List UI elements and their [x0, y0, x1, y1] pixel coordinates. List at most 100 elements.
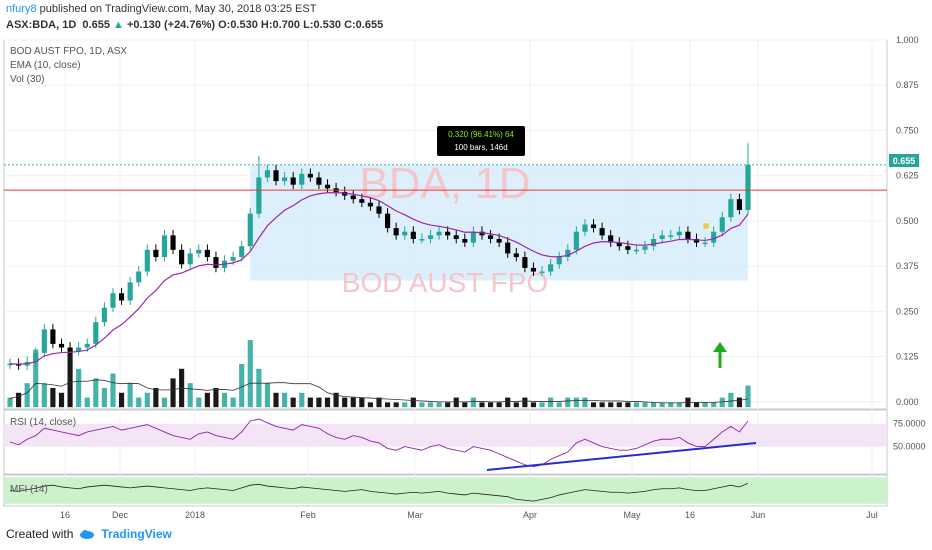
volume-bar	[470, 397, 476, 408]
candle-body	[505, 242, 511, 254]
candle-body	[393, 228, 399, 236]
publish-line: nfury8 published on TradingView.com, May…	[6, 3, 316, 15]
volume-bar	[711, 402, 717, 408]
candle-body	[144, 249, 150, 272]
volume-bar	[651, 402, 657, 408]
created-with-label: Created with	[6, 527, 74, 541]
volume-bar	[573, 397, 579, 408]
symbol-line: ASX:BDA, 1D 0.655 ▲ +0.130 (+24.76%) O:0…	[6, 19, 383, 31]
volume-bar	[633, 402, 640, 408]
candle-body	[642, 246, 648, 250]
volume-bar	[196, 397, 202, 408]
candle-body	[548, 264, 554, 272]
volume-bar	[118, 392, 125, 408]
price-chart[interactable]: BDA, 1D BOD AUST FPO 0.320 (96.41%) 64 1…	[0, 36, 932, 526]
candle-body	[282, 177, 288, 182]
candle-body	[513, 253, 519, 258]
up-arrow-icon	[713, 342, 727, 368]
volume-bar	[445, 402, 451, 408]
tradingview-link[interactable]: TradingView	[101, 527, 171, 541]
time-tick-label: Feb	[300, 510, 316, 520]
volume-bar	[496, 402, 502, 408]
candle-body	[539, 271, 545, 274]
time-axis[interactable]: 16 Dec 2018 Feb Mar Apr May 16 Jun Jul	[60, 510, 878, 520]
volume-bar	[539, 402, 545, 408]
candle-body	[179, 249, 185, 265]
candle-body	[556, 257, 562, 265]
candle-body	[127, 282, 133, 301]
candle-body	[273, 170, 279, 182]
candle-body	[487, 235, 494, 239]
price-tick-label: 0.375	[896, 261, 919, 271]
author-link[interactable]: nfury8	[6, 3, 37, 15]
candle-body	[573, 231, 579, 250]
volume-bar	[505, 397, 511, 408]
time-tick-label: Mar	[407, 510, 423, 520]
candle-body	[376, 206, 382, 214]
volume-bar	[556, 402, 562, 408]
candle-body	[728, 199, 734, 218]
volume-bar	[513, 402, 519, 408]
volume-bar	[161, 397, 168, 408]
volume-bar	[239, 363, 245, 408]
volume-bar	[170, 378, 176, 408]
legend-rsi: RSI (14, close)	[10, 417, 76, 428]
volume-bar	[230, 397, 236, 408]
volume-bar	[625, 402, 631, 408]
volume-bar	[419, 402, 425, 408]
last-price: 0.655	[82, 19, 110, 31]
candle-body	[213, 257, 219, 268]
measure-tooltip-line2: 100 bars, 146d	[454, 143, 507, 152]
time-tick-label: Apr	[523, 510, 537, 520]
chart-header: nfury8 published on TradingView.com, May…	[0, 0, 932, 36]
candle-body	[470, 231, 476, 243]
candle-body	[530, 267, 537, 272]
volume-bar	[127, 383, 133, 408]
candle-body	[668, 235, 674, 237]
candle-body	[453, 235, 459, 239]
candle-body	[239, 246, 245, 258]
volume-bar	[702, 402, 708, 408]
volume-bar	[728, 392, 734, 408]
rsi-axis: 75.0000 50.0000	[893, 419, 926, 452]
price-tick-label: 0.750	[896, 125, 919, 135]
candle-body	[702, 242, 708, 245]
candle-body	[153, 249, 159, 258]
price-tick-label: 0.500	[896, 216, 919, 226]
volume-bar	[324, 397, 331, 408]
candle-body	[110, 293, 116, 308]
volume-bar	[565, 397, 571, 408]
last-price-tag-label: 0.655	[893, 156, 916, 166]
candle-body	[427, 235, 434, 239]
volume-bar	[204, 392, 210, 408]
legend-title: BOD AUST FPO, 1D, ASX	[10, 46, 127, 57]
volume-bar	[101, 387, 107, 408]
candle-body	[204, 249, 210, 258]
volume-bar	[282, 392, 288, 408]
volume-bar	[290, 397, 296, 408]
candle-body	[41, 329, 47, 353]
volume-bar	[479, 402, 485, 408]
volume-bar	[342, 397, 348, 408]
volume-bar	[213, 387, 219, 408]
rsi-trendline[interactable]	[486, 442, 757, 471]
time-tick-label: Jun	[751, 510, 766, 520]
volume-bar	[84, 397, 90, 408]
volume-bar	[316, 397, 322, 408]
volume-bar	[359, 397, 365, 408]
candle-body	[736, 199, 742, 211]
candle-body	[299, 173, 305, 185]
volume-bar	[247, 339, 253, 408]
volume-bar	[67, 349, 73, 408]
candle-body	[419, 238, 425, 241]
rsi-tick-label: 50.0000	[893, 442, 926, 452]
price-axis[interactable]: 1.000 0.875 0.750 0.625 0.500 0.375 0.250 0.125…	[896, 36, 919, 407]
candle-body	[170, 235, 176, 250]
price-change: +0.130 (+24.76%)	[126, 19, 216, 31]
legend-mfi: MFI (14)	[10, 484, 48, 495]
volume-bar	[367, 402, 373, 408]
candle-body	[187, 253, 193, 265]
volume-bar	[590, 402, 597, 408]
candle-body	[50, 329, 56, 344]
volume-bar	[93, 378, 99, 408]
